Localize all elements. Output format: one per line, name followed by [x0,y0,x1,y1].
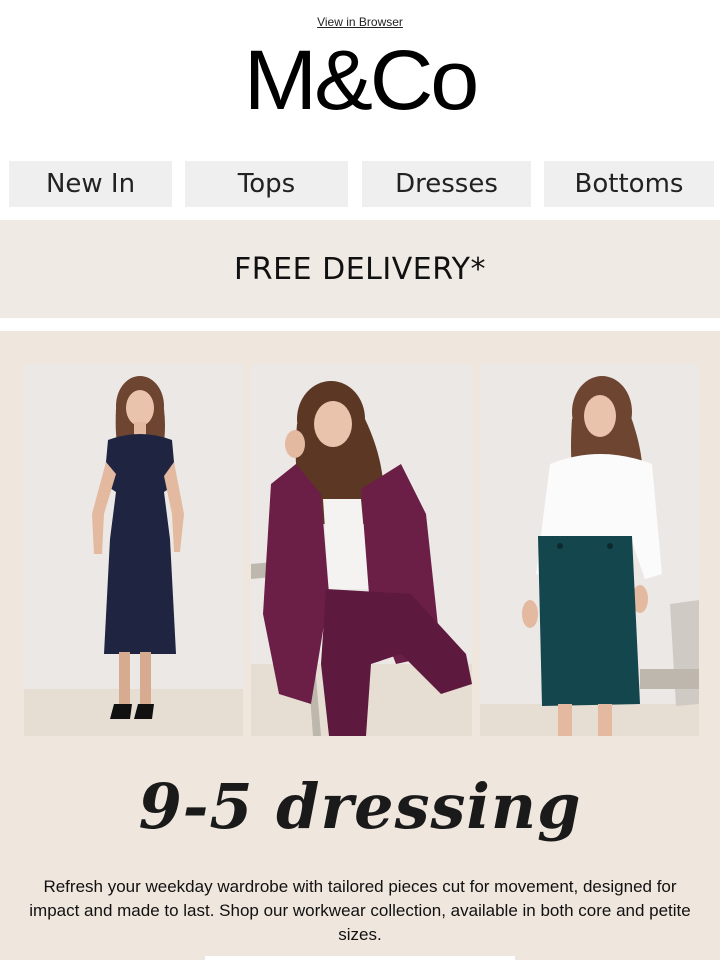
view-in-browser-link[interactable]: View in Browser [0,15,720,29]
free-delivery-banner[interactable]: FREE DELIVERY* [0,220,720,318]
brand-logo[interactable]: M&Co [0,30,720,131]
teal-skirt-image [480,364,699,736]
product-photo-teal-skirt[interactable] [480,364,699,736]
plum-suit-image [251,364,472,736]
nav-new-in[interactable]: New In [9,161,172,207]
nav-tops[interactable]: Tops [185,161,348,207]
hero-section: 9-5 dressing Refresh your weekday wardro… [0,331,720,960]
navy-dress-image [24,364,243,736]
nav-dresses[interactable]: Dresses [362,161,531,207]
shop-now-button[interactable] [205,956,515,960]
hero-body-copy: Refresh your weekday wardrobe with tailo… [29,877,691,944]
nav-bottoms[interactable]: Bottoms [544,161,714,207]
category-nav: New In Tops Dresses Bottoms [0,161,720,207]
hero-headline: 9-5 dressing [138,770,582,843]
product-photo-navy-dress[interactable] [24,364,243,736]
product-photo-plum-suit[interactable] [251,364,472,736]
